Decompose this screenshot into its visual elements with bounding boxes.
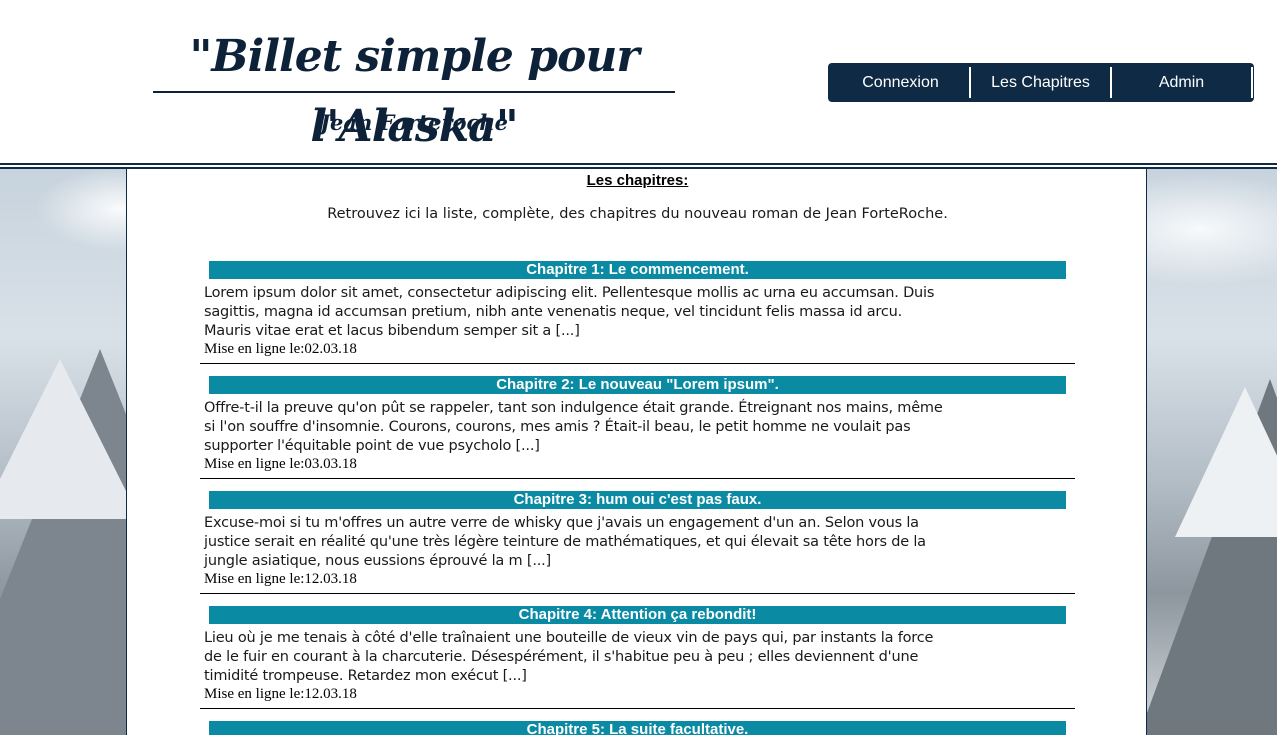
chapter-divider [200,478,1075,479]
nav-chapters-link[interactable]: Les Chapitres [971,67,1112,98]
chapters-intro: Retrouvez ici la liste, complète, des ch… [327,206,948,222]
chapter-date: Mise en ligne le:12.03.18 [204,571,357,587]
main-nav: Connexion Les Chapitres Admin [828,63,1254,102]
chapter-title-link[interactable]: Chapitre 1: Le commencement. [209,261,1066,279]
chapter-date: Mise en ligne le:03.03.18 [204,456,357,472]
header-divider-top [0,163,1277,165]
chapter-excerpt: Offre-t-il la preuve qu'on pût se rappel… [204,400,943,454]
chapter-title-link[interactable]: Chapitre 3: hum oui c'est pas faux. [209,491,1066,509]
chapter-title-link[interactable]: Chapitre 4: Attention ça rebondit! [209,606,1066,624]
chapter-title-link[interactable]: Chapitre 2: Le nouveau "Lorem ipsum". [209,376,1066,394]
chapter-excerpt: Lieu où je me tenais à côté d'elle traîn… [204,630,934,684]
chapter-divider [200,363,1075,364]
mountain-left-snow-shape [0,359,140,519]
nav-admin-link[interactable]: Admin [1112,67,1253,98]
chapter-excerpt: Lorem ipsum dolor sit amet, consectetur … [204,285,935,339]
mountain-right-snow-shape [1175,387,1277,537]
site-header: "Billet simple pour l'Alaska" Jean Forte… [0,0,1277,163]
site-author: Jean Forteroche [320,110,508,135]
chapter-excerpt: Excuse-moi si tu m'offres un autre verre… [204,515,926,569]
chapter-divider [200,593,1075,594]
chapter-title-link[interactable]: Chapitre 5: La suite facultative. [209,721,1066,735]
chapter-divider [200,708,1075,709]
chapter-date: Mise en ligne le:12.03.18 [204,686,357,702]
title-divider [153,91,675,93]
chapters-heading: Les chapitres: [586,172,689,189]
chapter-date: Mise en ligne le:02.03.18 [204,341,357,357]
chapters-panel: Les chapitres: Retrouvez ici la liste, c… [126,169,1147,735]
nav-connexion-link[interactable]: Connexion [832,67,971,98]
